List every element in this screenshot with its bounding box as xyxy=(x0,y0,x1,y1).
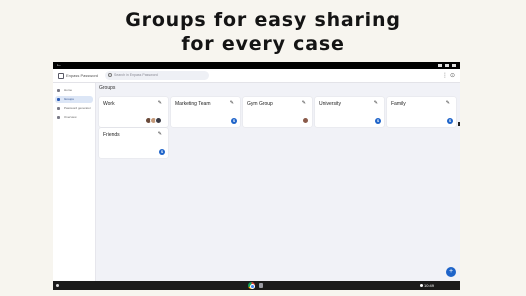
avatar xyxy=(302,117,309,124)
edit-icon[interactable]: ✎ xyxy=(230,100,234,107)
sidebar-item-label: Groups xyxy=(64,97,74,101)
group-name: Friends xyxy=(103,132,120,138)
sidebar-item-home[interactable]: Home xyxy=(55,87,93,94)
group-card-marketing-team[interactable]: Marketing Team ✎ S xyxy=(171,97,240,127)
search-icon xyxy=(108,73,112,77)
clock[interactable]: 10:49 xyxy=(424,281,434,290)
group-card-gym-group[interactable]: Gym Group ✎ xyxy=(243,97,312,127)
sidebar-item-password-generator[interactable]: Password generator xyxy=(55,105,93,112)
launcher-icon[interactable] xyxy=(56,284,59,287)
headline-line-2: for every case xyxy=(181,33,345,55)
member-badge: S xyxy=(447,118,453,124)
search-input[interactable]: Search in Enpass Password xyxy=(105,71,209,80)
shield-icon xyxy=(57,116,60,119)
member-badge: S xyxy=(231,118,237,124)
home-icon xyxy=(57,89,60,92)
scrollbar[interactable] xyxy=(458,122,460,126)
app-title: Enpass Password xyxy=(66,73,99,78)
promo-headline: Groups for easy sharing for every case xyxy=(0,8,526,56)
sidebar-item-overview[interactable]: Overview xyxy=(55,114,93,121)
os-shelf: 10:49 xyxy=(53,281,460,290)
group-name: University xyxy=(319,101,341,107)
group-name: Marketing Team xyxy=(175,101,211,107)
group-card-family[interactable]: Family ✎ S xyxy=(387,97,456,127)
edit-icon[interactable]: ✎ xyxy=(158,100,162,107)
group-card-university[interactable]: University ✎ S xyxy=(315,97,384,127)
edit-icon[interactable]: ✎ xyxy=(446,100,450,107)
app-logo-icon xyxy=(58,73,64,79)
sidebar-item-groups[interactable]: Groups xyxy=(55,96,93,103)
sidebar: Home Groups Password generator Overview xyxy=(53,83,96,281)
group-card-friends[interactable]: Friends ✎ S xyxy=(99,128,168,158)
search-placeholder: Search in Enpass Password xyxy=(114,73,158,77)
member-badge: S xyxy=(375,118,381,124)
lock-icon[interactable]: ⊙ xyxy=(450,72,455,80)
back-arrow-icon[interactable]: ← xyxy=(56,62,62,69)
group-name: Gym Group xyxy=(247,101,273,107)
member-badge: S xyxy=(159,149,165,155)
headline-line-1: Groups for easy sharing xyxy=(125,9,401,31)
member-avatars xyxy=(145,117,165,124)
more-options-icon[interactable]: ⋮ xyxy=(442,72,448,80)
edit-icon[interactable]: ✎ xyxy=(302,100,306,107)
edit-icon[interactable]: ✎ xyxy=(374,100,378,107)
close-icon[interactable] xyxy=(452,64,456,67)
maximize-icon[interactable] xyxy=(445,64,449,67)
files-icon[interactable] xyxy=(259,283,263,288)
groups-icon xyxy=(57,98,60,101)
avatar xyxy=(155,117,162,124)
add-group-button[interactable]: + xyxy=(446,267,456,277)
app-header: Enpass Password Search in Enpass Passwor… xyxy=(53,69,460,83)
key-icon xyxy=(57,107,60,110)
sidebar-item-label: Password generator xyxy=(64,106,91,110)
window-title-bar: ← xyxy=(53,62,460,69)
edit-icon[interactable]: ✎ xyxy=(158,131,162,138)
group-name: Work xyxy=(103,101,115,107)
sidebar-item-label: Overview xyxy=(64,115,77,119)
device-screen: ← Enpass Password Search in Enpass Passw… xyxy=(53,62,460,290)
chrome-icon[interactable] xyxy=(248,282,255,289)
group-card-work[interactable]: Work ✎ xyxy=(99,97,168,127)
status-dot-icon xyxy=(420,284,423,287)
group-name: Family xyxy=(391,101,406,107)
sidebar-item-label: Home xyxy=(64,88,73,92)
minimize-icon[interactable] xyxy=(438,64,442,67)
page-title: Groups xyxy=(99,85,116,91)
